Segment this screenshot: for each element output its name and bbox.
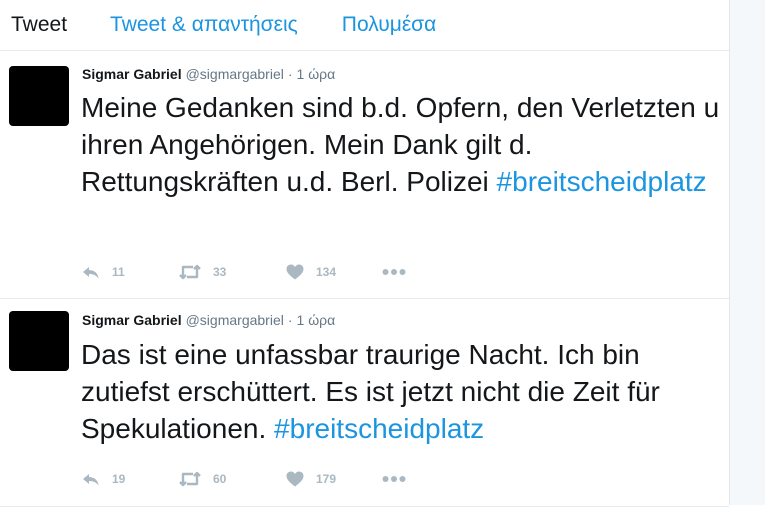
reply-icon	[83, 267, 99, 279]
reply-icon	[83, 474, 99, 486]
separator: ·	[287, 66, 293, 82]
tab-tweets[interactable]: Tweet	[11, 13, 67, 37]
hashtag-link[interactable]: #breitscheidplatz	[274, 413, 484, 444]
tweet-header: Sigmar Gabriel @sigmargabriel · 1 ώρα	[82, 312, 335, 328]
author-handle[interactable]: @sigmargabriel	[186, 66, 284, 82]
tweet-text: Das ist eine unfassbar traurige Nacht. I…	[81, 336, 721, 447]
tweet-timestamp[interactable]: 1 ώρα	[297, 312, 336, 328]
retweet-icon	[179, 264, 201, 280]
reply-button[interactable]: 11	[82, 264, 179, 280]
more-button[interactable]	[382, 268, 406, 276]
tab-media[interactable]: Πολυμέσα	[342, 13, 437, 37]
page-background	[730, 0, 765, 505]
heart-icon	[286, 471, 304, 487]
author-handle[interactable]: @sigmargabriel	[186, 312, 284, 328]
heart-icon	[286, 264, 304, 280]
reply-count: 19	[112, 472, 126, 486]
retweet-count: 33	[213, 265, 227, 279]
retweet-count: 60	[213, 472, 227, 486]
profile-tabs: Tweet Tweet & απαντήσεις Πολυμέσα	[0, 0, 729, 51]
tweet-actions: 11 33 134	[82, 262, 406, 282]
more-icon	[382, 476, 406, 482]
author-name[interactable]: Sigmar Gabriel	[82, 312, 182, 328]
like-button[interactable]: 179	[286, 471, 382, 487]
separator: ·	[287, 312, 293, 328]
reply-count: 11	[112, 265, 125, 279]
like-count: 179	[316, 472, 337, 486]
tweet-header: Sigmar Gabriel @sigmargabriel · 1 ώρα	[82, 66, 335, 82]
like-button[interactable]: 134	[286, 264, 382, 280]
retweet-button[interactable]: 33	[179, 264, 286, 280]
tweet-text: Meine Gedanken sind b.d. Opfern, den Ver…	[81, 89, 721, 200]
like-count: 134	[316, 265, 337, 279]
hashtag-link[interactable]: #breitscheidplatz	[497, 166, 707, 197]
tab-tweets-and-replies[interactable]: Tweet & απαντήσεις	[110, 13, 298, 37]
timeline-panel: Tweet Tweet & απαντήσεις Πολυμέσα Sigmar…	[0, 0, 730, 507]
tweet[interactable]: Sigmar Gabriel @sigmargabriel · 1 ώρα Das i…	[0, 299, 729, 507]
more-icon	[382, 269, 406, 275]
retweet-icon	[179, 471, 201, 487]
tweet-timestamp[interactable]: 1 ώρα	[297, 66, 336, 82]
retweet-button[interactable]: 60	[179, 471, 286, 487]
avatar[interactable]	[9, 66, 69, 126]
reply-button[interactable]: 19	[82, 471, 179, 487]
tweet-actions: 19 60 179	[82, 469, 406, 489]
tweet[interactable]: Sigmar Gabriel @sigmargabriel · 1 ώρα Meine…	[0, 51, 729, 299]
avatar[interactable]	[9, 311, 69, 371]
author-name[interactable]: Sigmar Gabriel	[82, 66, 182, 82]
more-button[interactable]	[382, 475, 406, 483]
